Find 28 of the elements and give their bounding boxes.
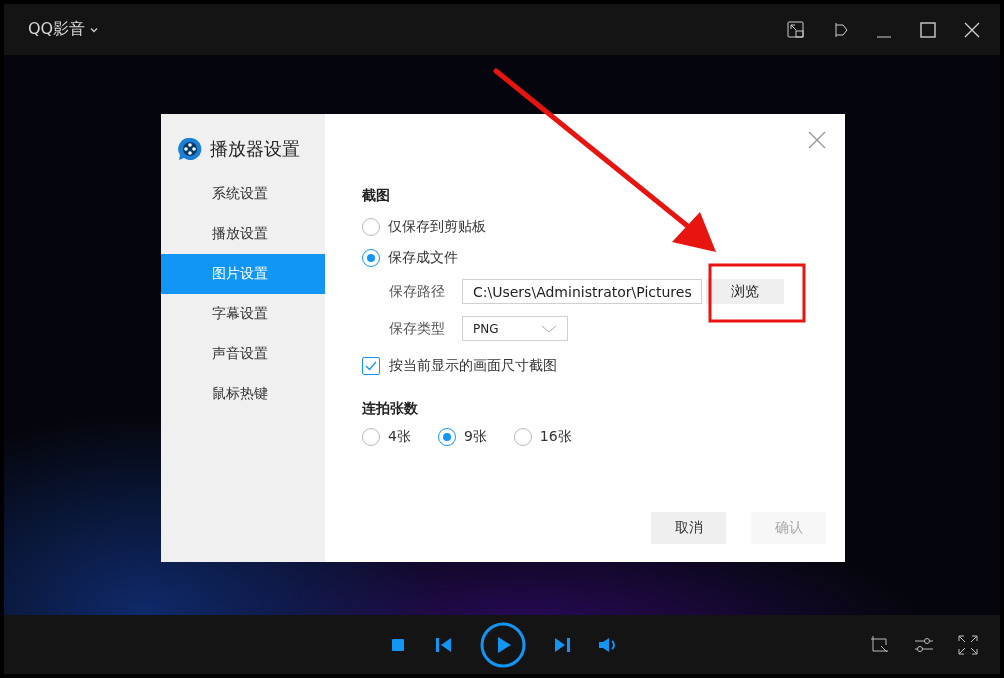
sidebar-item[interactable]: 系统设置 xyxy=(161,174,325,214)
radio-option[interactable]: 保存成文件 xyxy=(362,248,458,267)
path-input-field[interactable]: C:\Users\Administrator\Pictures xyxy=(462,279,702,304)
film-reel-logo-icon xyxy=(178,137,202,161)
section-heading: 连拍张数 xyxy=(362,399,418,418)
checkbox-option[interactable]: 按当前显示的画面尺寸截图 xyxy=(362,356,557,375)
field-label: 保存路径 xyxy=(388,282,446,301)
dialog-title: 播放器设置 xyxy=(210,137,300,161)
screenshot-icon[interactable] xyxy=(870,634,890,655)
fullscreen-icon[interactable] xyxy=(958,634,978,655)
radio-option[interactable]: 4张 xyxy=(362,427,411,446)
radio-option[interactable]: 9张 xyxy=(437,427,487,446)
dialog-button[interactable]: 取消 xyxy=(651,512,726,544)
section-heading: 截图 xyxy=(362,186,390,205)
app-menu[interactable]: QQ影音 xyxy=(28,19,100,40)
field-label: 保存类型 xyxy=(388,319,446,338)
play-icon[interactable] xyxy=(480,621,526,668)
sidebar-item[interactable]: 字幕设置 xyxy=(161,294,325,334)
sidebar-item[interactable]: 鼠标热键 xyxy=(161,374,325,414)
chevron-down-icon xyxy=(541,323,557,334)
browse-button[interactable]: 浏览 xyxy=(706,279,784,304)
radio-option[interactable]: 仅保存到剪贴板 xyxy=(362,217,486,236)
radio-option[interactable]: 16张 xyxy=(513,427,572,446)
screen-window-icon[interactable] xyxy=(786,19,806,40)
sidebar-item[interactable]: 声音设置 xyxy=(161,334,325,374)
sidebar-item[interactable]: 播放设置 xyxy=(161,214,325,254)
maximize-icon[interactable] xyxy=(918,19,938,40)
format-dropdown[interactable]: PNG xyxy=(462,316,568,341)
